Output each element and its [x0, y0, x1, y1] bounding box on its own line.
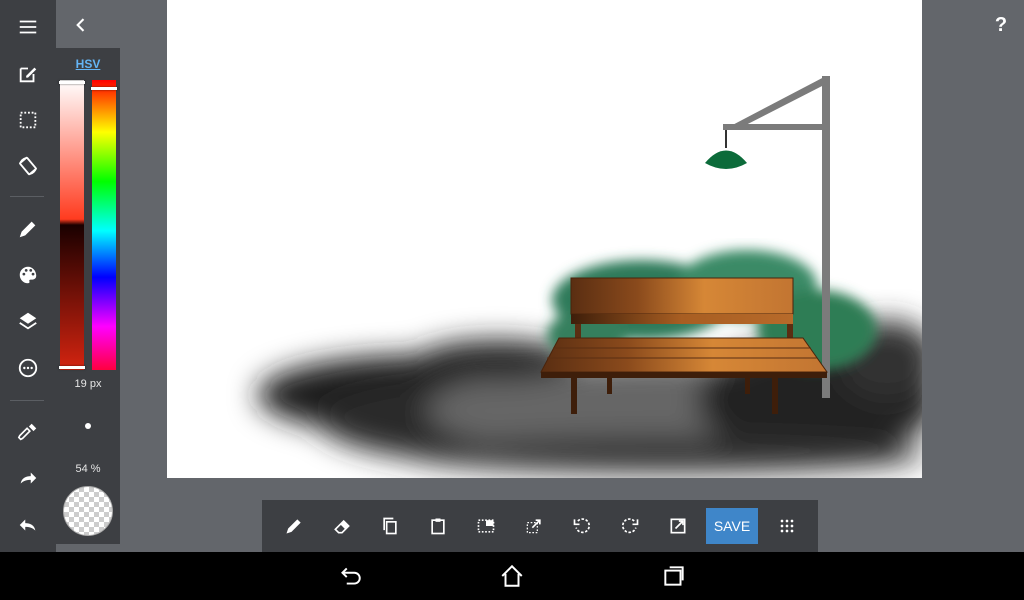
system-nav-bar	[0, 552, 1024, 600]
transform-icon[interactable]	[516, 508, 552, 544]
toolbar-divider	[10, 196, 44, 197]
export-icon[interactable]	[660, 508, 696, 544]
brush-size-label: 19 px	[74, 378, 102, 390]
eyedropper-icon[interactable]	[8, 412, 48, 452]
pen-icon[interactable]	[276, 508, 312, 544]
help-button[interactable]: ?	[986, 10, 1016, 40]
rotate-canvas-icon[interactable]	[8, 146, 48, 186]
bottom-toolbar: SAVE	[262, 500, 818, 552]
paste-icon[interactable]	[420, 508, 456, 544]
select-rect-icon[interactable]	[468, 508, 504, 544]
rotate-right-icon[interactable]	[612, 508, 648, 544]
save-button[interactable]: SAVE	[706, 508, 758, 544]
pencil-icon[interactable]	[8, 209, 48, 249]
layers-icon[interactable]	[8, 301, 48, 341]
saturation-bottom-handle[interactable]	[59, 366, 85, 369]
palette-icon[interactable]	[8, 255, 48, 295]
menu-icon[interactable]	[8, 7, 48, 47]
more-circle-icon[interactable]	[8, 348, 48, 388]
chevron-left-icon	[76, 18, 85, 32]
edit-square-icon[interactable]	[8, 54, 48, 94]
saturation-slider[interactable]	[60, 80, 84, 370]
hsv-mode-link[interactable]: HSV	[64, 57, 112, 71]
opacity-swatch[interactable]	[63, 486, 113, 536]
opacity-label: 54 %	[75, 463, 101, 475]
canvas-artwork	[257, 76, 922, 473]
saturation-top-handle[interactable]	[59, 81, 85, 84]
brush-size-preview[interactable]	[85, 423, 91, 429]
selection-icon[interactable]	[8, 100, 48, 140]
eraser-icon[interactable]	[324, 508, 360, 544]
left-toolbar	[0, 0, 56, 552]
recent-apps-icon[interactable]	[654, 558, 694, 594]
copy-icon[interactable]	[372, 508, 408, 544]
back-icon[interactable]	[330, 558, 370, 594]
grid-menu-icon[interactable]	[769, 508, 805, 544]
home-icon[interactable]	[492, 558, 532, 594]
redo-icon[interactable]	[8, 458, 48, 498]
toolbar-divider	[10, 400, 44, 401]
drawing-canvas[interactable]	[167, 0, 922, 478]
hue-slider[interactable]	[92, 80, 116, 370]
hue-handle[interactable]	[91, 87, 117, 90]
collapse-panel-button[interactable]	[66, 10, 96, 40]
undo-icon[interactable]	[8, 505, 48, 545]
rotate-left-icon[interactable]	[564, 508, 600, 544]
